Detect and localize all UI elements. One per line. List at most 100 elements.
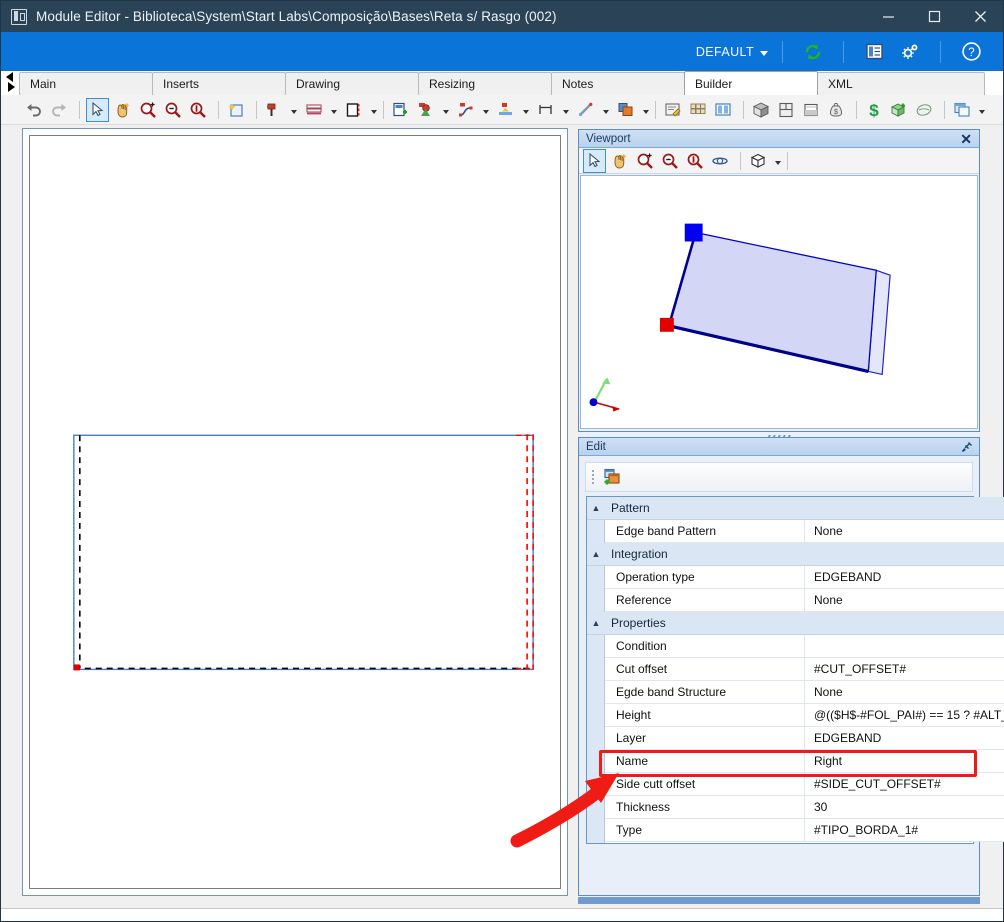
- chevron-down-icon[interactable]: [483, 110, 489, 114]
- table-row[interactable]: Layer EDGEBAND: [605, 727, 1004, 750]
- toolbar-grip[interactable]: [592, 470, 594, 484]
- chevron-down-icon[interactable]: [603, 110, 609, 114]
- close-button[interactable]: [957, 1, 1003, 32]
- chevron-down-icon[interactable]: [331, 110, 337, 114]
- table-row-name-highlighted[interactable]: Name Right: [605, 750, 1004, 773]
- add-element-icon[interactable]: [600, 465, 624, 489]
- property-group-properties[interactable]: ▲ Properties: [587, 612, 1004, 635]
- property-group-pattern[interactable]: ▲ Pattern: [587, 497, 1004, 520]
- table-row[interactable]: Condition: [605, 635, 1004, 658]
- cost-bag-icon[interactable]: $: [825, 98, 847, 122]
- pan-hand-icon[interactable]: [112, 98, 134, 122]
- table-row[interactable]: Egde band Structure None: [605, 681, 1004, 704]
- tab-scroll-arrows[interactable]: [1, 71, 19, 95]
- table-row[interactable]: Cut offset #CUT_OFFSET#: [605, 658, 1004, 681]
- close-icon[interactable]: ✕: [958, 132, 974, 146]
- maximize-button[interactable]: [911, 1, 957, 32]
- tab-main[interactable]: Main: [19, 72, 153, 95]
- tab-resizing[interactable]: Resizing: [418, 72, 552, 95]
- table-row[interactable]: Height @(($H$-#FOL_PAI#) == 15 ? #ALT_F: [605, 704, 1004, 727]
- settings-gears-icon[interactable]: [897, 39, 923, 65]
- shading-icon[interactable]: [800, 98, 822, 122]
- property-value[interactable]: #CUT_OFFSET#: [805, 658, 1004, 680]
- table-row[interactable]: Operation type EDGEBAND: [605, 566, 1004, 589]
- property-value[interactable]: EDGEBAND: [805, 566, 1004, 588]
- groove-icon[interactable]: [343, 98, 365, 122]
- tab-xml[interactable]: XML: [817, 72, 985, 95]
- insert-panel-icon[interactable]: [390, 98, 412, 122]
- chevron-up-icon[interactable]: ▲: [587, 549, 605, 559]
- grid-view-icon[interactable]: [687, 98, 709, 122]
- properties-list-icon[interactable]: [861, 39, 887, 65]
- chevron-down-icon[interactable]: [523, 110, 529, 114]
- window-copy-icon[interactable]: [951, 98, 973, 122]
- property-value[interactable]: [805, 635, 1004, 657]
- pan-hand-icon[interactable]: [609, 149, 631, 173]
- chevron-down-icon[interactable]: [371, 110, 377, 114]
- drawing-canvas[interactable]: [29, 135, 561, 889]
- property-value[interactable]: None: [805, 520, 1004, 542]
- chevron-down-icon[interactable]: [443, 110, 449, 114]
- property-value[interactable]: Right: [805, 750, 1004, 772]
- property-group-integration[interactable]: ▲ Integration: [587, 543, 1004, 566]
- chevron-up-icon[interactable]: ▲: [587, 503, 605, 513]
- scroll-right-icon[interactable]: [8, 82, 15, 92]
- zoom-in-icon[interactable]: [634, 149, 656, 173]
- property-value[interactable]: EDGEBAND: [805, 727, 1004, 749]
- undo-icon[interactable]: [23, 98, 45, 122]
- orbit-icon[interactable]: [709, 149, 731, 173]
- tab-notes[interactable]: Notes: [551, 72, 685, 95]
- select-pointer-icon[interactable]: [86, 97, 109, 122]
- select-pointer-icon[interactable]: [583, 148, 606, 173]
- scroll-left-icon[interactable]: [6, 72, 13, 82]
- zoom-actual-icon[interactable]: [187, 98, 209, 122]
- table-row[interactable]: Edge band Pattern None: [605, 520, 1004, 543]
- handle-red[interactable]: [659, 317, 674, 332]
- viewport-3d-canvas[interactable]: [580, 175, 978, 429]
- bevel-icon[interactable]: [495, 98, 517, 122]
- new-module-icon[interactable]: [225, 98, 247, 122]
- dimension-icon[interactable]: [535, 98, 557, 122]
- chevron-down-icon[interactable]: [775, 161, 781, 165]
- handle-blue[interactable]: [684, 223, 703, 242]
- pin-icon[interactable]: [961, 440, 974, 453]
- property-value[interactable]: 30: [805, 796, 1004, 818]
- table-row[interactable]: Type #TIPO_BORDA_1#: [605, 819, 1004, 842]
- property-value[interactable]: @(($H$-#FOL_PAI#) == 15 ? #ALT_F: [805, 704, 1004, 726]
- table-row[interactable]: Reference None: [605, 589, 1004, 612]
- add-material-icon[interactable]: [888, 98, 910, 122]
- chevron-up-icon[interactable]: ▲: [587, 618, 605, 628]
- zoom-in-icon[interactable]: [137, 98, 159, 122]
- drill-icon[interactable]: [263, 98, 285, 122]
- price-dollar-icon[interactable]: $: [863, 98, 885, 122]
- minimize-button[interactable]: [865, 1, 911, 32]
- table-row[interactable]: Thickness 30: [605, 796, 1004, 819]
- property-value[interactable]: None: [805, 681, 1004, 703]
- script-icon[interactable]: [662, 98, 684, 122]
- zoom-out-icon[interactable]: [162, 98, 184, 122]
- curve-icon[interactable]: [455, 98, 477, 122]
- shape-cut-icon[interactable]: [415, 98, 437, 122]
- box-3d-icon[interactable]: [750, 98, 772, 122]
- property-value[interactable]: #TIPO_BORDA_1#: [805, 819, 1004, 841]
- property-value[interactable]: None: [805, 589, 1004, 611]
- tab-drawing[interactable]: Drawing: [285, 72, 419, 95]
- chevron-down-icon[interactable]: [291, 110, 297, 114]
- line-icon[interactable]: [575, 98, 597, 122]
- property-grid[interactable]: ▲ Pattern Edge band Pattern None ▲ Integ…: [586, 496, 1004, 844]
- chevron-down-icon[interactable]: [643, 110, 649, 114]
- zoom-actual-icon[interactable]: [684, 149, 706, 173]
- catalog-book-icon[interactable]: [913, 98, 935, 122]
- chevron-down-icon[interactable]: [563, 110, 569, 114]
- table-row[interactable]: Side cutt offset #SIDE_CUT_OFFSET#: [605, 773, 1004, 796]
- split-view-icon[interactable]: [712, 98, 734, 122]
- help-icon[interactable]: ?: [958, 39, 984, 65]
- tab-builder[interactable]: Builder: [684, 71, 818, 95]
- layers-icon[interactable]: [615, 98, 637, 122]
- redo-icon[interactable]: [48, 98, 70, 122]
- profile-dropdown[interactable]: DEFAULT: [694, 45, 770, 59]
- refresh-icon[interactable]: [800, 39, 826, 65]
- view-cube-icon[interactable]: [747, 149, 769, 173]
- panel-split-icon[interactable]: [775, 98, 797, 122]
- property-value[interactable]: #SIDE_CUT_OFFSET#: [805, 773, 1004, 795]
